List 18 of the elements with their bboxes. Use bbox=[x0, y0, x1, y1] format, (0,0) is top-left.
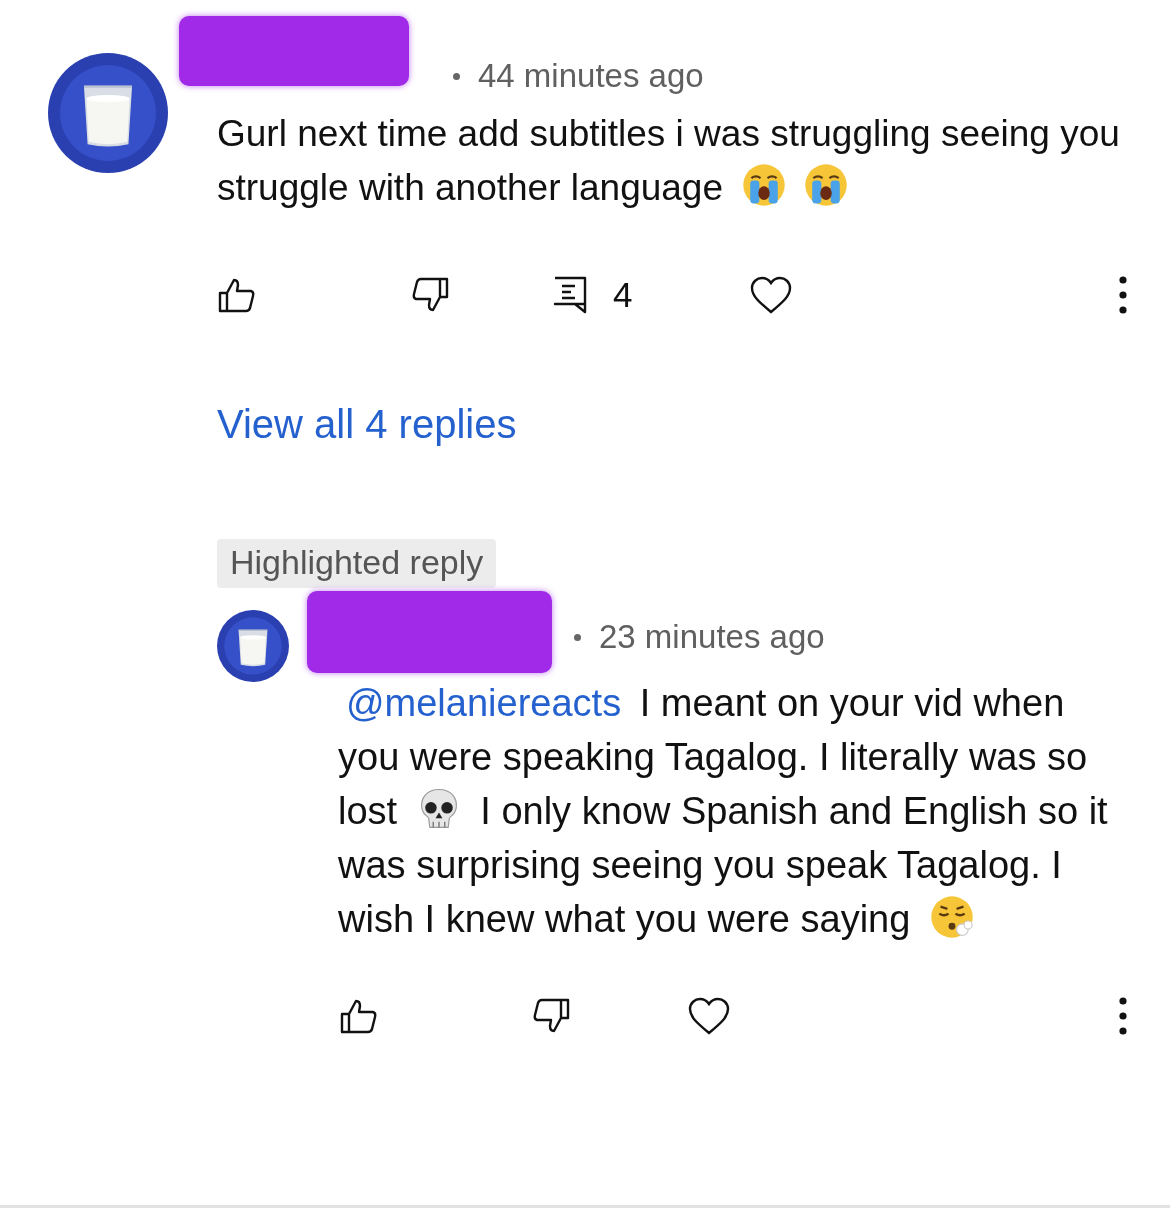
reply-icon[interactable] bbox=[553, 276, 587, 314]
crying-face-icon bbox=[741, 162, 788, 208]
more-icon[interactable] bbox=[1118, 997, 1128, 1035]
sighing-face-icon bbox=[928, 894, 975, 940]
view-replies-link[interactable]: View all 4 replies bbox=[217, 402, 517, 447]
reply-time: 23 minutes ago bbox=[599, 618, 825, 656]
mention-link[interactable]: @melaniereacts bbox=[338, 682, 630, 724]
separator-dot bbox=[453, 72, 460, 80]
comment-text: Gurl next time add subtitles i was struggling seeing you struggle with another language bbox=[217, 112, 1121, 210]
reply-count: 4 bbox=[613, 275, 633, 315]
separator-dot bbox=[574, 633, 581, 641]
comment-time: 44 minutes ago bbox=[478, 57, 704, 95]
heart-icon[interactable] bbox=[749, 275, 793, 315]
more-icon[interactable] bbox=[1118, 276, 1128, 314]
heart-icon[interactable] bbox=[687, 996, 731, 1036]
reply-text: @melaniereacts I meant on your vid when you were speaking Tagalog. I literally was so lost I only know Spanish and English so it was surprising seeing you speak Tagalog. I wish I knew what you were saying bbox=[338, 681, 1109, 942]
crying-face-icon bbox=[803, 162, 850, 208]
highlighted-reply-badge: Highlighted reply bbox=[217, 539, 497, 588]
